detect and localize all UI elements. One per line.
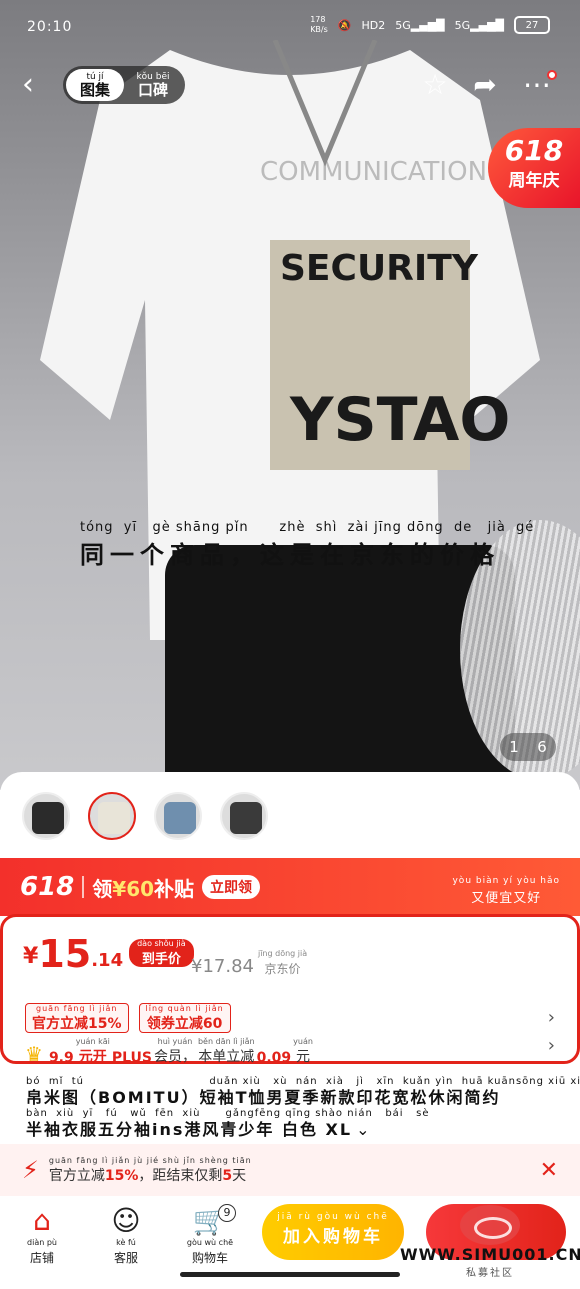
final-price: ¥ 15 .14 dào shǒu jià 到手价 [23, 935, 194, 973]
claim-button[interactable]: 立即领 [202, 875, 261, 899]
back-icon[interactable]: ‹ [22, 70, 52, 100]
image-counter: 1 6 [500, 733, 556, 761]
overlay-caption: tóng yī gè shāng pǐn zhè shì zài jīng dō… [80, 520, 540, 570]
net-speed: 178 KB/s [310, 15, 328, 34]
product-photo[interactable]: SECURITY YSTAO COMMUNICATION [0, 0, 580, 790]
mute-icon: 🔕 [337, 18, 352, 32]
countdown-text: guān fāng lì jiǎn jù jié shù jǐn shèng t… [48, 1155, 252, 1184]
watermark-url: WWW.SIMU001.CN [400, 1245, 580, 1264]
promo-slogan: yòu biàn yí yòu hǎo 又便宜又好 [452, 876, 560, 906]
caption-pinyin: tóng yī gè shāng pǐn zhè shì zài jīng dō… [80, 520, 535, 535]
title-line: 半袖衣服五分袖ins港风青少年 白色 XL ⌄ [26, 1120, 372, 1139]
chevron-down-icon[interactable]: ⌄ [356, 1120, 371, 1139]
service-button[interactable]: ☺ kè fú 客服 [96, 1204, 156, 1266]
variant-thumb[interactable] [220, 792, 268, 840]
jd-price: ¥17.84 jīng dōng jià 京东价 [191, 949, 308, 977]
lightning-icon: ⚡ [22, 1156, 39, 1184]
add-to-cart-button[interactable]: jiā rù gòu wù chē 加入购物车 [262, 1204, 404, 1260]
title-line: 帛米图（BOMITU）短袖T恤男夏季新款印花宽松休闲简约 [26, 1088, 501, 1107]
chevron-right-icon[interactable]: › [548, 1007, 555, 1028]
shop-button[interactable]: ⌂ diàn pù 店铺 [12, 1204, 72, 1266]
variant-thumb[interactable] [22, 792, 70, 840]
plus-member-row[interactable]: ♛ 9.9 yuán kāi 元开 PLUS huì yuán 会员， běn dā… [25, 1037, 315, 1066]
watermark-sub: 私募社区 [466, 1268, 514, 1279]
tab-reviews[interactable]: kǒu bēi 口碑 [124, 69, 182, 101]
title-pinyin: bó mǐ tú duǎn xiù xù nán xià jì xīn kuǎn… [26, 1076, 580, 1087]
tab-image-gallery[interactable]: tú jí 图集 [66, 69, 124, 101]
shop-icon: ⌂ [33, 1204, 51, 1237]
hd-icon: HD2 [361, 18, 386, 32]
watermark: WWW.SIMU001.CN 私募社区 [400, 1205, 580, 1279]
svg-text:COMMUNICATION: COMMUNICATION [260, 157, 487, 187]
crown-icon: ♛ [25, 1042, 43, 1066]
promo-618: 618 [20, 872, 75, 902]
product-page: SECURITY YSTAO COMMUNICATION 20:10 178 K… [0, 0, 580, 1289]
product-title: bó mǐ tú duǎn xiù xù nán xià jì xīn kuǎn… [26, 1076, 580, 1140]
variant-thumb[interactable] [88, 792, 136, 840]
status-icons: 178 KB/s 🔕 HD2 5G▂▄▆█ 5G▂▄▆█ 27 [310, 15, 550, 35]
share-icon[interactable]: ➦ [468, 68, 502, 102]
watermark-logo-icon [460, 1205, 520, 1245]
svg-text:YSTAO: YSTAO [289, 385, 510, 455]
cart-button[interactable]: 🛒 9 gòu wù chē 购物车 [180, 1204, 240, 1266]
svg-text:SECURITY: SECURITY [280, 248, 479, 289]
chevron-right-icon[interactable]: › [548, 1035, 555, 1056]
countdown-bar: ⚡ guān fāng lì jiǎn jù jié shù jǐn shèng… [0, 1144, 580, 1196]
caption-text: 同一个商品，这是在京东的价格 [80, 541, 500, 569]
battery-icon: 27 [514, 16, 550, 34]
coupon-list[interactable]: guān fāng lì jiǎn 官方立减15% lǐng quàn lì j… [25, 1003, 231, 1033]
variant-thumb[interactable] [154, 792, 202, 840]
cart-count-badge: 9 [218, 1204, 236, 1222]
variant-thumbnails [22, 792, 268, 840]
coupon-claim[interactable]: lǐng quàn lì jiǎn 领券立减60 [138, 1003, 231, 1033]
home-indicator[interactable] [180, 1272, 400, 1277]
gallery-tabs: tú jí 图集 kǒu bēi 口碑 [63, 66, 185, 104]
star-icon[interactable]: ☆ [418, 68, 452, 102]
service-icon: ☺ [111, 1204, 141, 1237]
close-icon[interactable]: ✕ [540, 1158, 558, 1183]
notification-dot [547, 70, 557, 80]
promo-banner[interactable]: 618 领¥60补贴 立即领 yòu biàn yí yòu hǎo 又便宜又好 [0, 858, 580, 916]
signal-icon-2: 5G▂▄▆█ [454, 18, 504, 32]
status-time: 20:10 [27, 19, 73, 35]
final-price-tag: dào shǒu jià 到手价 [129, 939, 194, 967]
anniversary-badge[interactable]: 618 周年庆 [488, 128, 580, 208]
promo-subsidy: 领¥60补贴 [92, 876, 195, 901]
coupon-official[interactable]: guān fāng lì jiǎn 官方立减15% [25, 1003, 129, 1033]
title-pinyin: bàn xiù yī fú wǔ fēn xiù gǎngfēng qīng s… [26, 1108, 430, 1119]
price-card: ¥ 15 .14 dào shǒu jià 到手价 ¥17.84 jīng dō… [0, 914, 580, 1066]
promo-divider [82, 876, 85, 898]
signal-icon: 5G▂▄▆█ [395, 18, 445, 32]
status-bar: 20:10 178 KB/s 🔕 HD2 5G▂▄▆█ 5G▂▄▆█ 27 [0, 0, 580, 56]
